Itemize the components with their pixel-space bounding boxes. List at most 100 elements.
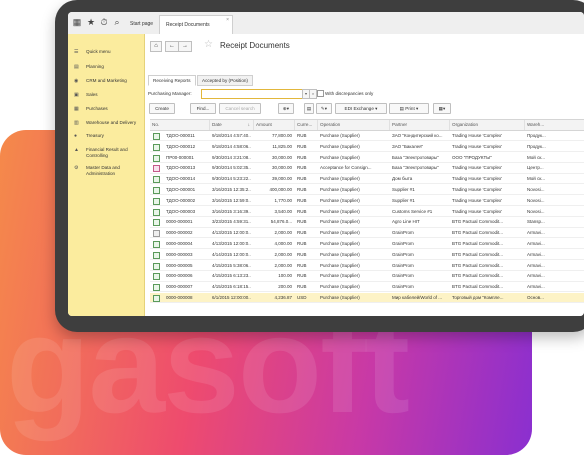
cell-org: Trading House 'Complex' xyxy=(452,133,503,138)
create-button[interactable]: Create xyxy=(149,103,175,114)
cell-date: 4/15/2015 6:18:15... xyxy=(212,284,251,290)
sidebar-item-icon: ▦ xyxy=(74,106,79,112)
cell-partner: ЗАО "Бакалея" xyxy=(392,143,424,149)
cell-org: BTG Pactual Commodit... xyxy=(452,241,504,246)
cell-partner: GrainProm xyxy=(392,284,414,290)
close-tab-icon[interactable]: × xyxy=(226,12,229,30)
tab-receiving-reports[interactable]: Receiving Reports xyxy=(148,75,196,86)
table-row[interactable]: 0000-000007 4/15/2015 6:18:15... 200.00 RUB… xyxy=(150,282,584,293)
table-row[interactable]: 0000-000008 6/1/2015 12:00:00... 4,236.87 U… xyxy=(150,293,584,304)
sidebar-item-icon: ◉ xyxy=(74,78,79,84)
cell-cur: RUB xyxy=(297,208,307,214)
column-header[interactable]: Organization xyxy=(450,120,525,130)
tab-accepted-by-position[interactable]: Accepted by (Position) xyxy=(197,75,253,86)
edit-menu-button[interactable]: ✎▾ xyxy=(316,103,332,114)
document-icon xyxy=(153,133,160,140)
cell-partner: Supplier #1 xyxy=(392,187,415,192)
cell-cur: RUB xyxy=(297,251,307,257)
column-header[interactable]: Curre... xyxy=(295,120,318,130)
table-row[interactable]: ТДОО-000012 9/18/2014 4:58:06... 11,825.00… xyxy=(150,142,584,153)
cell-no: ТДОО-000001 xyxy=(166,187,196,192)
tab-receipt-documents[interactable]: Receipt Documents × xyxy=(159,15,233,35)
search-icon[interactable]: ⌕ xyxy=(111,16,123,28)
purchasing-manager-input[interactable] xyxy=(201,89,303,99)
sidebar-item-icon: ▣ xyxy=(74,92,79,98)
document-icon xyxy=(153,176,160,184)
cell-partner: Дом быта xyxy=(392,176,413,182)
cell-cur: RUB xyxy=(297,219,307,225)
edi-exchange-button[interactable]: EDI Exchange ▾ xyxy=(335,103,387,114)
cell-op: Purchase (Supplier) xyxy=(320,230,360,236)
sidebar-item-icon: ☰ xyxy=(74,49,79,55)
cell-amount: 4,236.87 xyxy=(274,295,292,300)
clear-icon[interactable]: × xyxy=(309,89,317,99)
column-header[interactable]: Partner xyxy=(390,120,450,130)
discrepancies-checkbox[interactable] xyxy=(317,90,324,97)
cell-org: Торговый дом "Компле... xyxy=(452,295,504,300)
table-row[interactable]: 0000-000003 4/14/2015 12:00:0... 2,000.00 R… xyxy=(150,250,584,261)
cell-amount: 100.00 xyxy=(278,273,292,279)
cell-date: 3/16/2015 3:16:39... xyxy=(212,208,251,214)
history-icon[interactable]: ⏱ xyxy=(98,16,110,28)
cell-partner: GrainProm xyxy=(392,273,414,279)
column-header-label: Curre... xyxy=(297,122,313,127)
sidebar-item-icon: ▲ xyxy=(74,147,79,153)
table-row[interactable]: 0000-000005 4/15/2015 5:38:06... 2,000.00 R… xyxy=(150,261,584,271)
forward-button[interactable]: → xyxy=(178,41,192,52)
cell-op: Purchase (Supplier) xyxy=(320,295,360,300)
column-header-label: Operation xyxy=(320,122,341,127)
column-header[interactable]: Amount xyxy=(254,120,295,130)
cell-date: 3/23/2015 4:59:31... xyxy=(212,219,251,225)
table-row[interactable]: 0000-000004 4/13/2015 12:00:0... 4,000.00 R… xyxy=(150,239,584,250)
cancel-search-button[interactable]: Cancel search xyxy=(219,103,261,114)
cell-op: Purchase (Supplier) xyxy=(320,241,360,246)
table-row[interactable]: ТДОО-000014 9/30/2014 5:23:22... 39,000.00… xyxy=(150,174,584,185)
find-button[interactable]: Find... xyxy=(190,103,216,114)
cell-op: Acceptance for Consign... xyxy=(320,165,372,171)
table-row[interactable]: 0000-000002 4/13/2015 12:00:0... 2,000.00 R… xyxy=(150,228,584,239)
column-header[interactable]: Operation xyxy=(318,120,390,130)
top-bar: ▦ ★ ⏱ ⌕ Start page Receipt Documents × xyxy=(68,12,584,35)
add-menu-button[interactable]: ⊕▾ xyxy=(278,103,294,114)
cell-op: Purchase (Supplier) xyxy=(320,273,360,279)
print-icon[interactable]: ▤ xyxy=(304,103,314,114)
cell-op: Purchase (Supplier) xyxy=(320,262,360,268)
table-row[interactable]: 0000-000001 3/23/2015 4:59:31... 54,876.0.… xyxy=(150,217,584,228)
cell-date: 9/18/2014 4:57:40... xyxy=(212,133,251,138)
cell-org: Trading House 'Complex' xyxy=(452,165,503,171)
apps-grid-icon[interactable]: ▦ xyxy=(71,16,83,28)
favorite-star-icon[interactable]: ☆ xyxy=(204,39,213,50)
cell-org: BTG Pactual Commodit... xyxy=(452,219,504,225)
cell-amount: 30,000.00 xyxy=(271,165,292,171)
column-header[interactable]: Date ↓ xyxy=(210,120,254,130)
cell-op: Purchase (Supplier) xyxy=(320,219,360,225)
cell-op: Purchase (Supplier) xyxy=(320,154,360,160)
home-button[interactable]: ⌂ xyxy=(150,41,162,52)
column-header[interactable]: Wareh... xyxy=(525,120,584,130)
table-row[interactable]: ТДОО-000001 3/16/2015 12:35:2... 400,000.0… xyxy=(150,185,584,196)
cell-partner: База "Электротовары" xyxy=(392,154,439,160)
cell-op: Purchase (Supplier) xyxy=(320,176,360,182)
cell-date: 9/30/2014 5:02:35... xyxy=(212,165,251,171)
cell-cur: RUB xyxy=(297,176,307,182)
document-icon xyxy=(153,241,160,248)
cell-org: ООО "ПРОДУКТЫ" xyxy=(452,154,492,160)
cell-cur: RUB xyxy=(297,154,307,160)
favorites-star-icon[interactable]: ★ xyxy=(85,16,97,28)
cell-partner: GrainProm xyxy=(392,251,414,257)
table-row[interactable]: ТДОО-000011 9/18/2014 4:57:40... 77,800.00… xyxy=(150,131,584,142)
document-icon xyxy=(153,295,160,302)
table-row[interactable]: ПР00-000001 9/30/2014 3:21:08... 30,000.00… xyxy=(150,153,584,163)
cell-date: 4/13/2015 12:00:0... xyxy=(212,241,251,246)
more-menu-button[interactable]: ▦▾ xyxy=(433,103,451,114)
cell-amount: 54,876.0... xyxy=(270,219,292,225)
column-header-label: No. xyxy=(152,122,160,127)
table-row[interactable]: ТДОО-000003 3/16/2015 3:16:39... 3,540.00 R… xyxy=(150,207,584,217)
back-button[interactable]: ← xyxy=(165,41,179,52)
print-button[interactable]: ▤ Print ▾ xyxy=(389,103,429,114)
table-row[interactable]: ТДОО-000013 9/30/2014 5:02:35... 30,000.00… xyxy=(150,163,584,174)
column-header[interactable]: No. xyxy=(150,120,210,130)
tab-start-page[interactable]: Start page xyxy=(124,15,161,34)
table-row[interactable]: ТДОО-000002 3/16/2015 12:59:0... 1,770.00 R… xyxy=(150,196,584,207)
table-row[interactable]: 0000-000006 4/15/2015 6:13:23... 100.00 RUB… xyxy=(150,271,584,282)
